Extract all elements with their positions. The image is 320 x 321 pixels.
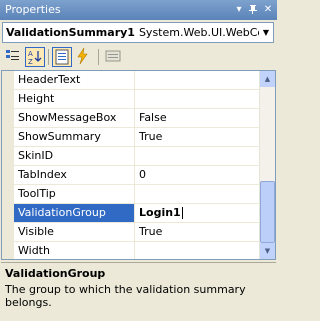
svg-text:A: A bbox=[28, 50, 33, 58]
events-icon bbox=[77, 47, 88, 65]
property-row[interactable]: TabIndex 0 bbox=[14, 166, 259, 185]
property-name: ValidationGroup bbox=[18, 206, 106, 219]
property-row[interactable]: Width bbox=[14, 242, 259, 259]
events-button[interactable] bbox=[74, 47, 94, 67]
chevron-down-icon[interactable]: ▼ bbox=[259, 23, 273, 42]
scroll-up-icon[interactable]: ▲ bbox=[260, 71, 275, 87]
property-name: SkinID bbox=[18, 149, 54, 162]
categorized-icon bbox=[6, 50, 19, 60]
property-pages-button[interactable] bbox=[104, 47, 124, 67]
title-bar: Properties ▾ ✕ bbox=[0, 0, 277, 20]
property-row[interactable]: Visible True bbox=[14, 223, 259, 242]
text-caret bbox=[181, 207, 183, 219]
properties-icon bbox=[55, 49, 69, 65]
property-row-selected[interactable]: ValidationGroup Login1 bbox=[14, 204, 259, 223]
toolbar-separator bbox=[48, 49, 49, 65]
properties-button[interactable] bbox=[52, 47, 72, 67]
categorized-button[interactable] bbox=[4, 47, 24, 67]
property-name: ShowSummary bbox=[18, 130, 101, 143]
property-value[interactable]: False bbox=[139, 109, 167, 127]
alphabetical-icon: A Z bbox=[28, 50, 42, 66]
scroll-down-icon[interactable]: ▼ bbox=[260, 243, 275, 259]
property-value[interactable]: True bbox=[139, 223, 162, 241]
properties-toolbar: A Z bbox=[0, 45, 277, 69]
property-value[interactable]: Login1 bbox=[139, 206, 181, 219]
property-row[interactable]: ShowSummary True bbox=[14, 128, 259, 147]
svg-text:Z: Z bbox=[28, 58, 33, 66]
close-icon[interactable]: ✕ bbox=[261, 3, 275, 17]
description-panel: ValidationGroup The group to which the v… bbox=[1, 262, 276, 321]
description-title: ValidationGroup bbox=[5, 267, 106, 280]
property-name: Height bbox=[18, 92, 55, 105]
property-name: Visible bbox=[18, 225, 54, 238]
window-title: Properties bbox=[5, 3, 61, 16]
toolbar-separator bbox=[98, 49, 99, 65]
object-type: System.Web.UI.WebControls.ValidationSumm… bbox=[138, 26, 274, 39]
property-name: TabIndex bbox=[18, 168, 67, 181]
object-name: ValidationSummary1 bbox=[6, 26, 135, 39]
property-name: HeaderText bbox=[18, 73, 81, 86]
object-selector[interactable]: ValidationSummary1System.Web.UI.WebContr… bbox=[2, 22, 274, 43]
property-row[interactable]: ToolTip bbox=[14, 185, 259, 204]
scroll-thumb[interactable] bbox=[260, 181, 275, 243]
property-name: ToolTip bbox=[18, 187, 56, 200]
property-row[interactable]: SkinID bbox=[14, 147, 259, 166]
property-value[interactable]: True bbox=[139, 128, 162, 146]
dropdown-arrow-icon[interactable]: ▾ bbox=[232, 3, 246, 17]
property-name: ShowMessageBox bbox=[18, 111, 117, 124]
property-value[interactable]: 0 bbox=[139, 166, 146, 184]
property-row[interactable]: HeaderText bbox=[14, 71, 259, 90]
pin-icon[interactable] bbox=[246, 3, 260, 17]
grid-gutter bbox=[2, 71, 14, 259]
property-value-editor[interactable]: Login1 bbox=[139, 204, 183, 222]
property-pages-icon bbox=[105, 50, 121, 62]
property-row[interactable]: ShowMessageBox False bbox=[14, 109, 259, 128]
property-grid: HeaderText Height ShowMessageBox False S… bbox=[1, 70, 276, 260]
vertical-scrollbar[interactable]: ▲ ▼ bbox=[259, 71, 275, 259]
description-text: The group to which the validation summar… bbox=[5, 283, 246, 309]
property-name: Width bbox=[18, 244, 50, 257]
property-row[interactable]: Height bbox=[14, 90, 259, 109]
alphabetical-button[interactable]: A Z bbox=[25, 47, 45, 67]
